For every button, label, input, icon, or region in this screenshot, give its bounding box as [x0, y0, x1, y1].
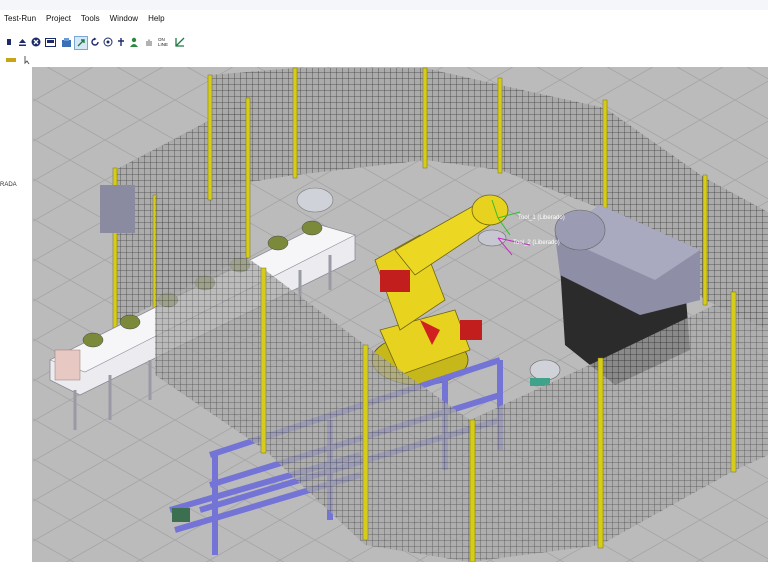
online-label: ON LINE [158, 37, 169, 47]
user-icon[interactable] [128, 36, 139, 48]
menu-project[interactable]: Project [42, 10, 75, 28]
teach-pendant-icon[interactable] [44, 36, 56, 48]
hand-icon[interactable] [143, 36, 154, 48]
cancel-icon[interactable] [30, 36, 41, 48]
move-mode-icon[interactable] [74, 36, 88, 50]
rack-clamp [172, 508, 190, 522]
window-titlebar [0, 0, 768, 10]
menu-help[interactable]: Help [144, 10, 168, 28]
menu-bar: Test-Run Project Tools Window Help [0, 10, 768, 28]
stop-icon[interactable] [4, 36, 14, 48]
eject-icon[interactable] [17, 36, 27, 48]
menu-test-run[interactable]: Test-Run [0, 10, 40, 28]
3d-viewport[interactable]: Tool_1 (Liberado) Tool_2 (Liberado) [33, 67, 768, 562]
target-icon[interactable] [102, 36, 113, 48]
jog-icon[interactable] [115, 36, 126, 48]
main-toolbar: ON LINE [0, 36, 768, 54]
secondary-toolbar [0, 53, 768, 67]
ruler-icon[interactable] [6, 54, 16, 66]
cell-browser-icon[interactable] [60, 36, 72, 48]
user-frame-label: Tool_2 (Liberado) [513, 240, 560, 246]
part-stack [296, 187, 334, 213]
online-button[interactable]: ON LINE [158, 36, 172, 48]
pointer-icon[interactable] [22, 54, 32, 66]
side-panel-fragment: RADA [0, 182, 17, 188]
tool-frame-label: Tool_1 (Liberado) [518, 215, 565, 221]
menu-window[interactable]: Window [106, 10, 142, 28]
rotate-icon[interactable] [89, 36, 100, 48]
menu-tools[interactable]: Tools [77, 10, 104, 28]
calibrate-icon[interactable] [174, 36, 185, 48]
side-panel: RADA [0, 67, 33, 562]
workcell-scene: Tool_1 (Liberado) Tool_2 (Liberado) [33, 67, 768, 562]
